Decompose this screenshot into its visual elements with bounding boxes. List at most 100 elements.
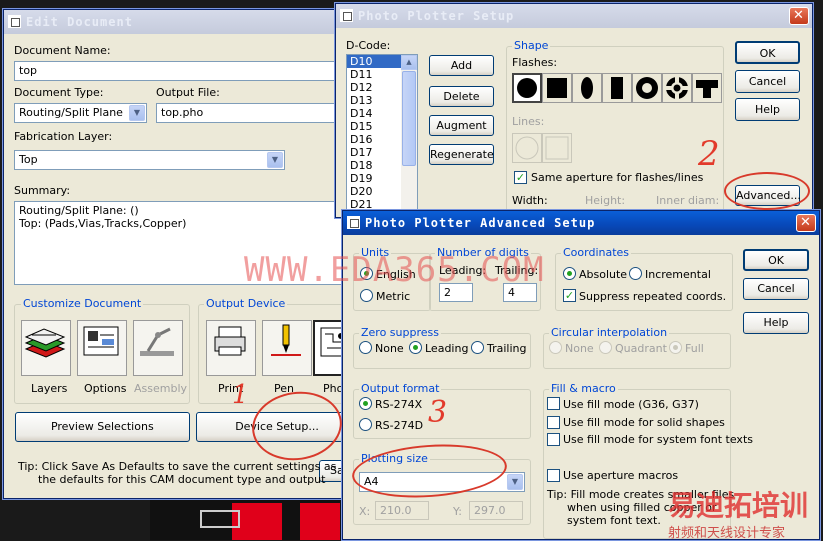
oval-shape-icon bbox=[581, 77, 593, 99]
zero-trailing-label: Trailing bbox=[487, 342, 527, 355]
annotation-number-1: 1 bbox=[232, 380, 249, 410]
ok-button[interactable]: OK bbox=[743, 249, 809, 271]
fill-font-label: Use fill mode for system font texts bbox=[563, 433, 753, 446]
options-button[interactable] bbox=[77, 320, 127, 376]
output-file-label: Output File: bbox=[156, 86, 220, 99]
incremental-radio[interactable] bbox=[629, 267, 642, 280]
rs274d-radio[interactable] bbox=[359, 418, 372, 431]
fill-g36-label: Use fill mode (G36, G37) bbox=[563, 398, 699, 411]
rectangle-shape-icon bbox=[611, 77, 623, 99]
aperture-macros-checkbox[interactable] bbox=[547, 469, 560, 482]
circle-shape-icon bbox=[517, 78, 537, 98]
fab-layer-select[interactable]: Top ▼ bbox=[14, 150, 285, 170]
pen-device-button[interactable] bbox=[262, 320, 312, 376]
annotation-number-3: 3 bbox=[428, 395, 448, 430]
zero-leading-radio[interactable] bbox=[409, 341, 422, 354]
absolute-radio[interactable] bbox=[563, 267, 576, 280]
circ-none-label: None bbox=[565, 342, 594, 355]
circ-full-label: Full bbox=[685, 342, 704, 355]
augment-button[interactable]: Augment bbox=[429, 115, 494, 136]
printer-icon bbox=[214, 326, 246, 356]
x-label: X: bbox=[359, 505, 371, 518]
chevron-down-icon[interactable]: ▼ bbox=[267, 152, 283, 168]
fill-macro-label: Fill & macro bbox=[549, 382, 618, 395]
tip-line: Tip: Click Save As Defaults to save the … bbox=[18, 460, 337, 473]
delete-button[interactable]: Delete bbox=[429, 86, 494, 107]
scroll-up-icon[interactable]: ▲ bbox=[401, 55, 417, 70]
rs274d-label: RS-274D bbox=[375, 419, 424, 432]
shape-thermal-button[interactable] bbox=[662, 73, 692, 103]
rs274x-radio[interactable] bbox=[359, 397, 372, 410]
line-round-button[interactable] bbox=[512, 133, 542, 163]
customize-document-label: Customize Document bbox=[21, 297, 144, 310]
cancel-button[interactable]: Cancel bbox=[735, 70, 800, 93]
edit-document-titlebar: Edit Document bbox=[4, 10, 362, 34]
circ-none-radio[interactable] bbox=[549, 341, 562, 354]
circ-quadrant-radio[interactable] bbox=[599, 341, 612, 354]
shape-round-button[interactable] bbox=[512, 73, 542, 103]
fill-solid-checkbox[interactable] bbox=[547, 416, 560, 429]
assembly-button[interactable] bbox=[133, 320, 183, 376]
aperture-macros-label: Use aperture macros bbox=[563, 469, 679, 482]
window-title: Photo Plotter Setup bbox=[358, 9, 515, 23]
annotation-circle-advanced bbox=[724, 172, 810, 210]
print-device-button[interactable] bbox=[206, 320, 256, 376]
layers-button[interactable] bbox=[21, 320, 71, 376]
shape-odd-button[interactable] bbox=[692, 73, 722, 103]
zero-suppress-label: Zero suppress bbox=[359, 326, 441, 339]
output-device-label: Output Device bbox=[204, 297, 288, 310]
doc-type-select[interactable]: Routing/Split Plane ▼ bbox=[14, 103, 147, 123]
shape-rectangle-button[interactable] bbox=[602, 73, 632, 103]
chevron-down-icon[interactable]: ▼ bbox=[507, 474, 523, 490]
fill-tip-line: system font text. bbox=[567, 514, 661, 527]
doc-name-label: Document Name: bbox=[14, 44, 111, 57]
zero-none-radio[interactable] bbox=[359, 341, 372, 354]
summary-label: Summary: bbox=[14, 184, 71, 197]
watermark-text: WWW.EDA365.COM bbox=[244, 250, 545, 290]
list-scrollbar[interactable]: ▲ bbox=[401, 55, 417, 213]
help-button[interactable]: Help bbox=[735, 98, 800, 121]
add-button[interactable]: Add bbox=[429, 55, 494, 76]
shape-annulus-button[interactable] bbox=[632, 73, 662, 103]
close-icon[interactable]: ✕ bbox=[789, 7, 809, 25]
cancel-button[interactable]: Cancel bbox=[743, 278, 809, 300]
close-icon[interactable]: ✕ bbox=[796, 214, 816, 232]
zero-trailing-radio[interactable] bbox=[471, 341, 484, 354]
scroll-thumb[interactable] bbox=[402, 71, 416, 166]
x-size-input[interactable]: 210.0 bbox=[375, 501, 429, 520]
preview-selections-button[interactable]: PPreview Selections bbox=[15, 412, 190, 442]
height-label: Height: bbox=[585, 194, 626, 207]
metric-radio[interactable] bbox=[360, 289, 373, 302]
same-aperture-checkbox[interactable]: ✓ bbox=[514, 171, 527, 184]
tip-line: the defaults for this CAM document type … bbox=[38, 473, 326, 486]
pen-plotter-icon bbox=[271, 324, 301, 356]
fill-g36-checkbox[interactable] bbox=[547, 397, 560, 410]
odd-shape-icon bbox=[696, 80, 718, 98]
inner-diam-label: Inner diam: bbox=[656, 194, 720, 207]
dcode-list[interactable]: ▲ D10 D11 D12 D13 D14 D15 D16 D17 D18 D19 D20 D21 bbox=[346, 54, 418, 214]
help-button[interactable]: Help bbox=[743, 312, 809, 334]
shape-oval-button[interactable] bbox=[572, 73, 602, 103]
chevron-down-icon[interactable]: ▼ bbox=[129, 105, 145, 121]
tile-label-assembly: Assembly bbox=[134, 382, 188, 395]
y-size-input[interactable]: 297.0 bbox=[469, 501, 523, 520]
zero-leading-label: Leading bbox=[425, 342, 469, 355]
regenerate-button[interactable]: Regenerate bbox=[429, 144, 494, 165]
ok-button[interactable]: OK bbox=[735, 41, 800, 64]
dcode-label: D-Code: bbox=[346, 39, 391, 52]
shape-square-button[interactable] bbox=[542, 73, 572, 103]
coordinates-label: Coordinates bbox=[561, 246, 632, 259]
circle-outline-icon bbox=[515, 136, 539, 160]
line-square-button[interactable] bbox=[542, 133, 572, 163]
fab-layer-value: Top bbox=[19, 153, 38, 166]
doc-name-input[interactable]: top bbox=[14, 61, 344, 81]
fill-font-checkbox[interactable] bbox=[547, 433, 560, 446]
circ-full-radio[interactable] bbox=[669, 341, 682, 354]
output-file-input[interactable]: top.pho bbox=[156, 103, 344, 123]
suppress-coords-checkbox[interactable]: ✓ bbox=[563, 289, 576, 302]
same-aperture-label: Same aperture for flashes/lines bbox=[531, 171, 704, 184]
fill-solid-label: Use fill mode for solid shapes bbox=[563, 416, 725, 429]
window-title: Edit Document bbox=[26, 15, 133, 29]
zero-none-label: None bbox=[375, 342, 404, 355]
suppress-coords-label: Suppress repeated coords. bbox=[579, 290, 727, 303]
